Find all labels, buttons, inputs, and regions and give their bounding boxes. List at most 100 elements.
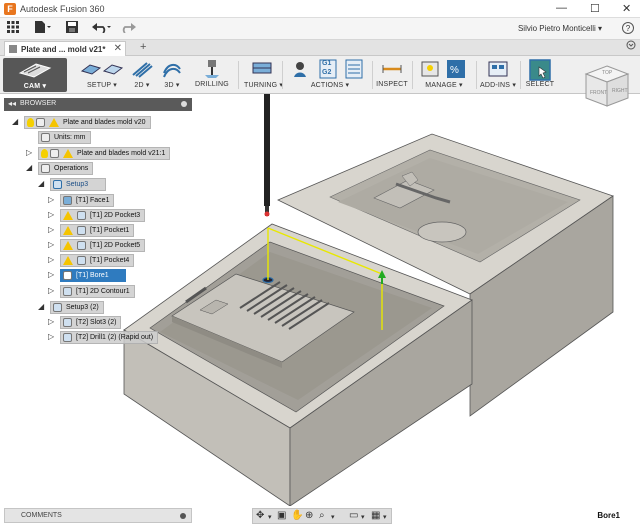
zoom-window-icon[interactable]: ⌕ [319, 510, 325, 521]
user-account-menu[interactable]: Silvio Pietro Monticelli ▾ [518, 24, 602, 33]
tree-item-label: [T1] Bore1 [76, 272, 109, 279]
2d-menu[interactable]: 2D ▾ [130, 56, 154, 94]
toolbar-separator [238, 61, 239, 89]
turning-menu[interactable]: TURNING ▾ [244, 56, 284, 94]
browser-pin-icon[interactable] [181, 101, 187, 107]
drilling-button[interactable]: DRILLING [194, 56, 230, 94]
help-icon[interactable]: ? [622, 22, 634, 34]
units-icon [41, 133, 50, 142]
add-ins-menu[interactable]: ADD-INS ▾ [480, 56, 516, 94]
warning-icon [63, 149, 73, 158]
pan-icon[interactable]: ✋ [291, 510, 303, 521]
zoom-icon[interactable]: ⊕ [305, 510, 313, 521]
expand-arrow-icon[interactable]: ▷ [48, 317, 54, 326]
manage-icon: % [419, 59, 469, 79]
expand-arrow-icon[interactable]: ▷ [48, 240, 54, 249]
tree-item-label: Setup3 [66, 181, 89, 188]
close-tab-icon[interactable]: ✕ [114, 43, 122, 54]
pocket-operation-icon [77, 226, 86, 235]
manage-menu[interactable]: % MANAGE ▾ [416, 56, 472, 94]
3d-label: 3D ▾ [164, 82, 180, 89]
close-window-button[interactable]: ✕ [622, 2, 631, 15]
visibility-bulb-icon[interactable] [41, 149, 48, 158]
tab-overflow-icon[interactable] [626, 40, 636, 53]
orbit-dropdown-icon[interactable]: ▾ [268, 513, 272, 521]
undo-icon[interactable] [92, 21, 112, 37]
minimize-button[interactable]: — [556, 2, 567, 14]
inspect-label: INSPECT [376, 81, 408, 88]
toolbar-separator [520, 61, 521, 89]
expand-arrow-icon[interactable]: ◢ [26, 163, 32, 172]
display-settings-icon[interactable]: ▭ [349, 510, 358, 521]
expand-arrow-icon[interactable]: ▷ [48, 210, 54, 219]
browser-panel-header[interactable]: ◂◂ BROWSER [4, 98, 192, 111]
file-menu-icon[interactable] [34, 21, 52, 37]
orbit-icon[interactable]: ✥ [256, 510, 264, 521]
setup-label: SETUP ▾ [86, 82, 118, 89]
warning-icon [63, 226, 73, 235]
tree-item-label: Operations [54, 165, 89, 172]
3d-menu[interactable]: 3D ▾ [160, 56, 184, 94]
expand-arrow-icon[interactable]: ▷ [48, 225, 54, 234]
tree-item-label: Plate and blades mold v21:1 [77, 150, 166, 157]
expand-arrow-icon[interactable]: ◢ [12, 117, 18, 126]
maximize-button[interactable]: ☐ [590, 2, 600, 15]
expand-arrow-icon[interactable]: ▷ [48, 195, 54, 204]
expand-arrow-icon[interactable]: ▷ [48, 332, 54, 341]
title-bar: F Autodesk Fusion 360 — ☐ ✕ [0, 0, 640, 18]
operations-folder-icon [41, 164, 50, 173]
tree-item-label: [T1] Face1 [76, 197, 110, 204]
expand-arrow-icon[interactable]: ▷ [48, 270, 54, 279]
tree-item-label: [T1] 2D Pocket5 [90, 242, 141, 249]
zoom-dropdown-icon[interactable]: ▾ [331, 513, 335, 521]
component-icon [50, 149, 59, 158]
navigation-bar: ✥ ▾ ▣ ✋ ⊕ ⌕ ▾ ▭ ▾ ▦ ▾ [252, 508, 392, 524]
setup-icon [80, 59, 124, 79]
g1-text: G1 [322, 60, 332, 67]
select-menu[interactable]: SELECT [524, 56, 556, 94]
comments-panel[interactable]: COMMENTS [4, 508, 192, 523]
tree-item-label: [T1] 2D Pocket3 [90, 212, 141, 219]
workspace-switcher[interactable]: CAM ▾ [3, 58, 67, 92]
collapse-browser-icon[interactable]: ◂◂ [8, 99, 16, 108]
document-tab[interactable]: Plate and ... mold v21* ✕ [4, 41, 126, 56]
grid-dropdown-icon[interactable]: ▾ [383, 513, 387, 521]
actions-menu[interactable]: G1 G2 ACTIONS ▾ [288, 56, 372, 94]
toolbar-separator [476, 61, 477, 89]
new-tab-button[interactable]: + [140, 41, 146, 53]
expand-arrow-icon[interactable]: ◢ [38, 302, 44, 311]
document-tab-label: Plate and ... mold v21* [21, 45, 106, 54]
setup-menu[interactable]: SETUP ▾ [76, 56, 128, 94]
inspect-menu[interactable]: INSPECT [376, 56, 408, 94]
warning-icon [63, 256, 73, 265]
expand-arrow-icon[interactable]: ◢ [38, 179, 44, 188]
grid-settings-icon[interactable]: ▦ [371, 510, 380, 521]
expand-arrow-icon[interactable]: ▷ [48, 255, 54, 264]
tree-item-label: [T2] Drill1 (2) (Rapid out) [76, 334, 154, 341]
expand-arrow-icon[interactable]: ▷ [26, 148, 32, 157]
view-cube[interactable]: TOP FRONT RIGHT [582, 62, 632, 112]
redo-icon[interactable] [120, 21, 140, 37]
warning-icon [63, 211, 73, 220]
tree-item-label: Setup3 (2) [66, 304, 99, 311]
slot-operation-icon [63, 318, 72, 327]
tree-item-label: Plate and blades mold v20 [63, 119, 146, 126]
turning-label: TURNING ▾ [244, 82, 284, 89]
data-panel-grid-icon[interactable] [7, 21, 19, 37]
add-ins-label: ADD-INS ▾ [480, 82, 517, 89]
comments-toggle-icon[interactable] [180, 513, 186, 519]
drill-icon [201, 59, 223, 79]
turning-icon [251, 59, 273, 79]
warning-icon [63, 241, 73, 250]
2d-toolpath-icon [131, 59, 153, 79]
look-at-icon[interactable]: ▣ [277, 510, 286, 521]
display-dropdown-icon[interactable]: ▾ [361, 513, 365, 521]
workspace-label: CAM ▾ [23, 83, 47, 90]
contour-operation-icon [63, 287, 72, 296]
pocket-operation-icon [77, 256, 86, 265]
viewcube-top-label: TOP [602, 70, 613, 76]
3d-toolpath-icon [161, 59, 183, 79]
save-icon[interactable] [66, 21, 78, 37]
expand-arrow-icon[interactable]: ▷ [48, 286, 54, 295]
visibility-bulb-icon[interactable] [27, 118, 34, 127]
